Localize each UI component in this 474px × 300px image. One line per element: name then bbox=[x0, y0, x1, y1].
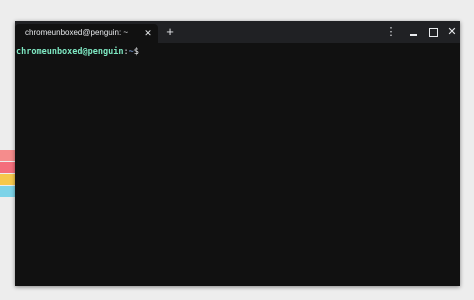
terminal-tab[interactable]: chromeunboxed@penguin: ~ ✕ bbox=[15, 24, 158, 43]
shelf-color-strip bbox=[0, 150, 16, 161]
minimize-icon[interactable] bbox=[407, 25, 421, 39]
title-bar: chromeunboxed@penguin: ~ ✕ + ⋮ ✕ bbox=[15, 21, 460, 43]
new-tab-button[interactable]: + bbox=[163, 25, 177, 39]
shelf-color-strip bbox=[0, 162, 16, 173]
window-close-icon[interactable]: ✕ bbox=[445, 25, 459, 39]
terminal-area[interactable]: chromeunboxed@penguin:~$ bbox=[15, 43, 460, 286]
maximize-icon[interactable] bbox=[426, 25, 440, 39]
tab-close-icon[interactable]: ✕ bbox=[142, 26, 154, 40]
terminal-window: chromeunboxed@penguin: ~ ✕ + ⋮ ✕ chromeu… bbox=[15, 21, 460, 286]
shelf-color-strip bbox=[0, 174, 16, 185]
text-cursor bbox=[141, 45, 146, 55]
menu-icon[interactable]: ⋮ bbox=[384, 25, 398, 39]
prompt-user-host: chromeunboxed@penguin bbox=[16, 47, 124, 57]
prompt-symbol: $ bbox=[133, 47, 139, 57]
shelf-color-strip bbox=[0, 186, 16, 197]
tab-title: chromeunboxed@penguin: ~ bbox=[25, 28, 129, 37]
shell-prompt: chromeunboxed@penguin:~$ bbox=[16, 45, 146, 57]
